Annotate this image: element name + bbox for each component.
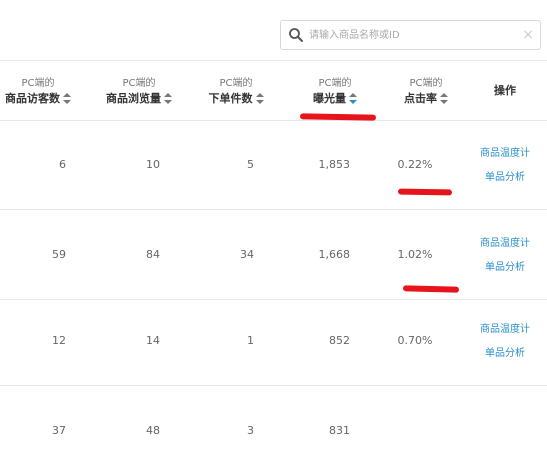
cell-visitors: 37 (52, 424, 66, 437)
search-input[interactable] (309, 26, 514, 44)
search-icon (289, 28, 303, 42)
single-product-analysis-link[interactable]: 单品分析 (470, 256, 540, 280)
single-product-analysis-link[interactable]: 单品分析 (470, 342, 540, 366)
column-header-actions: 操作 (470, 60, 540, 120)
column-header-label: 商品浏览量 (106, 92, 161, 105)
column-header-label: 操作 (494, 84, 516, 97)
cell-views: 48 (146, 424, 160, 437)
cell-views: 10 (146, 158, 160, 171)
cell-exposure: 1,853 (318, 158, 351, 171)
product-thermometer-link[interactable]: 商品温度计 (470, 142, 540, 166)
cell-exposure: 852 (329, 334, 350, 347)
clear-icon[interactable]: × (522, 25, 534, 45)
table-row: 59 84 34 1,668 1.02% 商品温度计 单品分析 (0, 210, 547, 300)
cell-orders: 5 (247, 158, 254, 171)
column-header-prefix: PC端的 (122, 78, 156, 89)
cell-visitors: 59 (52, 248, 66, 261)
toolbar: × (0, 0, 547, 61)
cell-orders: 1 (247, 334, 254, 347)
column-header-prefix: PC端的 (318, 78, 352, 89)
column-header-label: 商品访客数 (5, 92, 60, 105)
cell-exposure: 831 (329, 424, 350, 437)
cell-views: 14 (146, 334, 160, 347)
cell-ctr (385, 386, 445, 475)
table-row: 12 14 1 852 0.70% 商品温度计 单品分析 (0, 296, 547, 386)
column-header-orders[interactable]: PC端的 下单件数 (200, 60, 272, 120)
column-header-exposure[interactable]: PC端的 曝光量 (300, 60, 370, 120)
column-header-label: 下单件数 (208, 92, 253, 105)
cell-visitors: 6 (59, 158, 66, 171)
cell-visitors: 12 (52, 334, 66, 347)
row-actions: 商品温度计 单品分析 (470, 318, 540, 366)
column-header-visitors[interactable]: PC端的 商品访客数 (0, 60, 76, 120)
single-product-analysis-link[interactable]: 单品分析 (470, 166, 540, 190)
column-header-views[interactable]: PC端的 商品浏览量 (96, 60, 182, 120)
row-actions: 商品温度计 单品分析 (470, 142, 540, 190)
search-box[interactable]: × (280, 20, 541, 50)
product-thermometer-link[interactable]: 商品温度计 (470, 318, 540, 342)
table-row: 6 10 5 1,853 0.22% 商品温度计 单品分析 (0, 120, 547, 210)
table-row: 37 48 3 831 (0, 386, 547, 475)
column-header-prefix: PC端的 (409, 78, 443, 89)
annotation-underline (397, 188, 453, 196)
sort-icon[interactable] (255, 93, 264, 105)
sort-icon[interactable] (164, 93, 172, 105)
sort-icon[interactable] (63, 93, 71, 105)
product-thermometer-link[interactable]: 商品温度计 (470, 232, 540, 256)
row-actions: 商品温度计 单品分析 (470, 232, 540, 280)
column-header-ctr[interactable]: PC端的 点击率 (393, 60, 459, 120)
sort-desc-icon[interactable] (349, 93, 357, 105)
column-header-prefix: PC端的 (21, 78, 55, 89)
cell-exposure: 1,668 (318, 248, 351, 261)
cell-ctr: 0.70% (397, 334, 433, 347)
column-header-prefix: PC端的 (219, 78, 253, 89)
cell-orders: 34 (240, 248, 254, 261)
column-header-label: 点击率 (404, 92, 437, 105)
cell-ctr: 0.22% (397, 158, 433, 171)
table-header: PC端的 商品访客数 PC端的 商品浏览量 PC端的 下单件数 PC端的 曝光量… (0, 60, 547, 121)
cell-orders: 3 (247, 424, 254, 437)
cell-views: 84 (146, 248, 160, 261)
sort-icon[interactable] (440, 93, 448, 105)
column-header-label: 曝光量 (313, 92, 346, 105)
